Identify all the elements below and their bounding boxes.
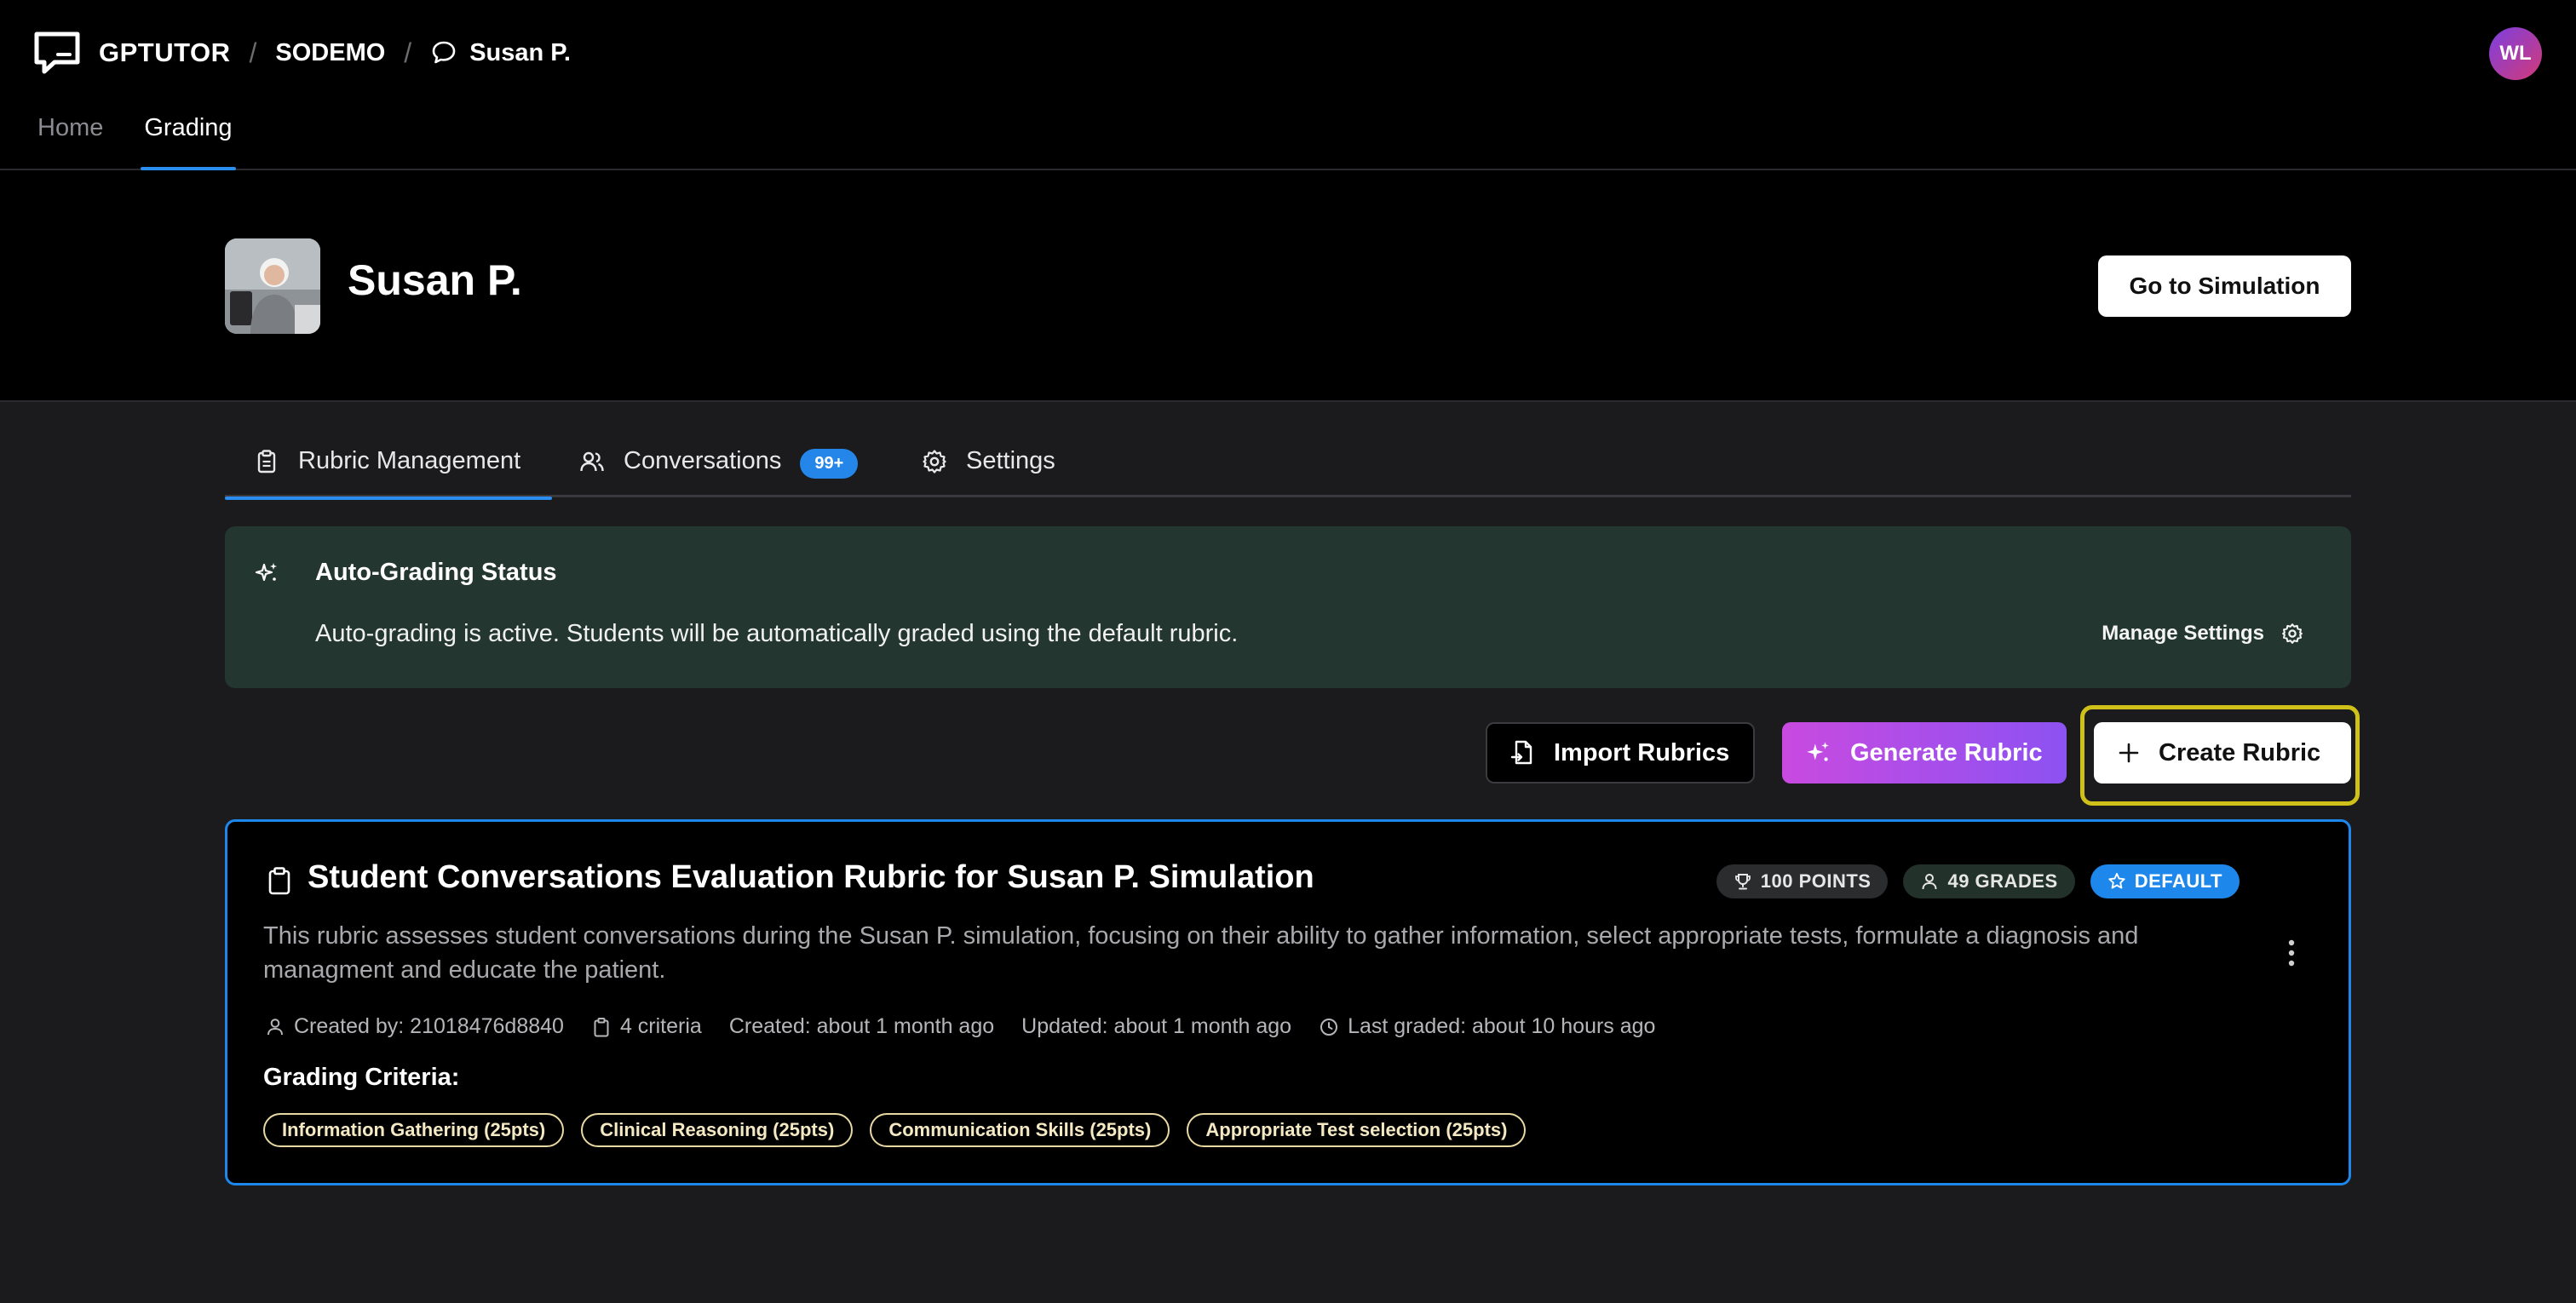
trophy-icon bbox=[1734, 874, 1751, 890]
plus-icon bbox=[2119, 743, 2139, 763]
breadcrumb-org[interactable]: SODEMO bbox=[275, 39, 385, 67]
rubric-title[interactable]: Student Conversations Evaluation Rubric … bbox=[308, 859, 1314, 896]
points-chip-label: 100 POINTS bbox=[1760, 870, 1872, 892]
file-import-icon bbox=[1510, 740, 1532, 765]
star-icon bbox=[2108, 873, 2125, 889]
breadcrumb: GPTUTOR / SODEMO / Susan P. bbox=[32, 27, 571, 78]
clipboard-icon bbox=[268, 867, 290, 895]
tab-label: Settings bbox=[966, 447, 1055, 474]
clipboard-icon bbox=[594, 1017, 609, 1036]
criteria-tag: Clinical Reasoning (25pts) bbox=[581, 1113, 854, 1147]
clipboard-icon bbox=[257, 450, 276, 474]
generate-rubric-label: Generate Rubric bbox=[1850, 738, 2043, 766]
create-rubric-button[interactable]: Create Rubric bbox=[2094, 722, 2351, 784]
meta-updated: Updated: about 1 month ago bbox=[1021, 1014, 1291, 1039]
brand-name[interactable]: GPTUTOR bbox=[99, 37, 231, 68]
tab-rubric-management[interactable]: Rubric Management bbox=[225, 434, 552, 500]
meta-last-graded: Last graded: about 10 hours ago bbox=[1319, 1014, 1655, 1039]
gear-icon bbox=[923, 450, 946, 474]
breadcrumb-simulation[interactable]: Susan P. bbox=[469, 39, 571, 67]
meta-created-by-label: Created by: 21018476d8840 bbox=[294, 1014, 564, 1038]
meta-created-label: Created: about 1 month ago bbox=[728, 1014, 995, 1038]
simulation-avatar bbox=[225, 238, 320, 334]
grading-criteria-list: Information Gathering (25pts) Clinical R… bbox=[263, 1113, 1543, 1147]
meta-created: Created: about 1 month ago bbox=[729, 1014, 994, 1039]
grades-chip-label: 49 GRADES bbox=[1947, 870, 2058, 892]
gear-icon bbox=[2282, 623, 2303, 644]
tab-label: Conversations bbox=[624, 447, 782, 474]
grades-chip: 49 GRADES bbox=[1903, 864, 2075, 898]
tab-settings[interactable]: Settings bbox=[922, 434, 1055, 497]
breadcrumb-separator: / bbox=[249, 37, 257, 68]
generate-rubric-button[interactable]: Generate Rubric bbox=[1782, 722, 2067, 784]
manage-settings-link[interactable]: Manage Settings bbox=[2102, 622, 2303, 646]
auto-grading-title: Auto-Grading Status bbox=[315, 559, 557, 586]
criteria-tag: Appropriate Test selection (25pts) bbox=[1187, 1113, 1527, 1147]
grading-criteria-heading: Grading Criteria: bbox=[263, 1064, 460, 1091]
rubric-card[interactable]: Student Conversations Evaluation Rubric … bbox=[225, 819, 2351, 1185]
rubric-chips: 100 POINTS 49 GRADES DEFAULT bbox=[1701, 864, 2240, 898]
rubric-meta: Created by: 21018476d8840 4 criteria Cre… bbox=[265, 1014, 1682, 1039]
tab-conversations[interactable]: Conversations 99+ bbox=[579, 434, 859, 497]
default-chip: DEFAULT bbox=[2090, 864, 2240, 898]
conversations-count-badge: 99+ bbox=[800, 449, 859, 479]
sparkles-icon bbox=[1807, 742, 1829, 761]
breadcrumb-separator: / bbox=[404, 37, 412, 68]
user-icon bbox=[1922, 874, 1937, 890]
go-to-simulation-button[interactable]: Go to Simulation bbox=[2098, 255, 2351, 317]
user-avatar[interactable]: WL bbox=[2489, 27, 2542, 80]
chat-bubble-icon bbox=[432, 41, 456, 64]
import-rubrics-button[interactable]: Import Rubrics bbox=[1486, 722, 1755, 784]
chat-screen-logo-icon[interactable] bbox=[32, 30, 82, 76]
meta-last-graded-label: Last graded: about 10 hours ago bbox=[1348, 1014, 1656, 1038]
more-options-icon[interactable] bbox=[2287, 938, 2296, 968]
patient-portrait-icon bbox=[225, 238, 320, 334]
content-tabs: Rubric Management Conversations 99+ Sett… bbox=[225, 434, 2351, 500]
meta-updated-label: Updated: about 1 month ago bbox=[1021, 1014, 1292, 1038]
auto-grading-status-panel: Auto-Grading Status Auto-grading is acti… bbox=[225, 526, 2351, 688]
meta-criteria-count: 4 criteria bbox=[591, 1014, 702, 1039]
import-rubrics-label: Import Rubrics bbox=[1554, 738, 1730, 766]
meta-criteria-count-label: 4 criteria bbox=[619, 1014, 702, 1038]
manage-settings-label: Manage Settings bbox=[2102, 622, 2264, 645]
meta-created-by: Created by: 21018476d8840 bbox=[265, 1014, 564, 1039]
points-chip: 100 POINTS bbox=[1716, 864, 1889, 898]
rubric-description: This rubric assesses student conversatio… bbox=[263, 922, 2139, 984]
default-chip-label: DEFAULT bbox=[2134, 870, 2222, 892]
page-title: Susan P. bbox=[348, 256, 522, 304]
create-rubric-label: Create Rubric bbox=[2159, 738, 2321, 766]
tab-label: Rubric Management bbox=[298, 447, 521, 474]
nav-tab-home[interactable]: Home bbox=[37, 114, 103, 170]
criteria-tag: Information Gathering (25pts) bbox=[263, 1113, 565, 1147]
nav-tab-grading[interactable]: Grading bbox=[141, 114, 236, 170]
primary-nav: Home Grading bbox=[37, 114, 273, 170]
user-icon bbox=[267, 1018, 283, 1035]
simulation-header: Susan P. Go to Simulation bbox=[0, 170, 2576, 402]
criteria-tag: Communication Skills (25pts) bbox=[870, 1113, 1170, 1147]
clock-icon bbox=[1320, 1018, 1338, 1036]
top-header: GPTUTOR / SODEMO / Susan P. WL Home Grad… bbox=[0, 0, 2576, 170]
auto-grading-description: Auto-grading is active. Students will be… bbox=[315, 620, 1239, 647]
users-icon bbox=[580, 451, 604, 472]
sparkles-icon bbox=[255, 563, 277, 582]
